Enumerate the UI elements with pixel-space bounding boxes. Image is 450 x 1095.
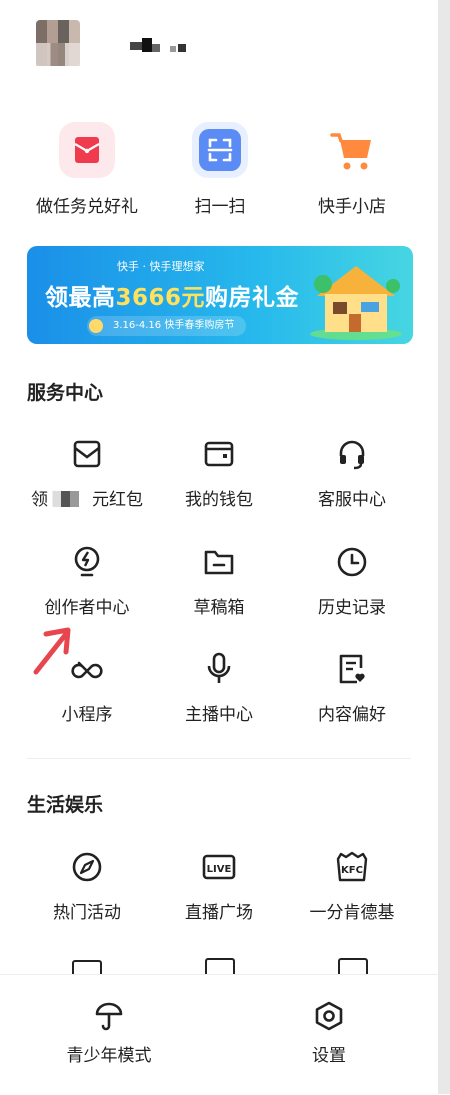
grid-item-label: 领元红包 (31, 490, 143, 510)
umbrella-icon (94, 1001, 124, 1031)
settings-label: 设置 (312, 1046, 346, 1066)
side-drawer: 做任务兑好礼 扫一扫 快手小店 快手 · 快手理想家 领最高3666元购房礼金 (0, 0, 438, 1095)
promo-banner[interactable]: 快手 · 快手理想家 领最高3666元购房礼金 3.16-4.16 快手春季购房… (27, 246, 413, 344)
partial-icon-picture (205, 958, 235, 974)
scan-icon (192, 122, 248, 178)
creator-bulb-icon (70, 545, 104, 579)
grid-item-streamer-center[interactable]: 主播中心 (146, 652, 292, 725)
folder-icon (202, 545, 236, 579)
microphone-icon (202, 652, 236, 686)
kfc-icon: KFC (335, 850, 369, 884)
grid-item-wallet[interactable]: 我的钱包 (146, 437, 292, 510)
banner-date: 3.16-4.16 快手春季购房节 (87, 316, 247, 336)
grid-item-label: 创作者中心 (44, 598, 130, 618)
grid-item-label: 热门活动 (53, 903, 121, 923)
headset-icon (335, 437, 369, 471)
section-title-life: 生活娱乐 (27, 794, 104, 816)
grid-item-label: 客服中心 (318, 490, 386, 510)
house-illustration-icon (310, 266, 402, 340)
banner-brand: 快手 · 快手理想家 (117, 260, 205, 273)
banner-headline: 领最高3666元购房礼金 (45, 285, 300, 311)
quick-action-shop[interactable]: 快手小店 (277, 122, 427, 217)
quick-action-label: 快手小店 (318, 197, 386, 217)
grid-item-hot-events[interactable]: 热门活动 (14, 850, 160, 923)
grid-item-label: 一分肯德基 (309, 903, 395, 923)
grid-item-content-preference[interactable]: 内容偏好 (279, 652, 425, 725)
grid-item-creator-center[interactable]: 创作者中心 (14, 545, 160, 618)
partial-icon-calendar (338, 958, 368, 974)
cart-icon (324, 122, 380, 178)
clock-icon (335, 545, 369, 579)
red-arrow-icon (33, 627, 71, 675)
partial-icon-game (72, 960, 102, 974)
grid-item-label: 直播广场 (185, 903, 253, 923)
grid-item-label: 主播中心 (185, 705, 253, 725)
grid-item-label: 草稿箱 (193, 598, 245, 618)
svg-text:LIVE: LIVE (207, 864, 232, 875)
grid-item-red-packet[interactable]: 领元红包 (14, 437, 160, 510)
quick-action-scan[interactable]: 扫一扫 (145, 122, 295, 217)
wallet-icon (202, 437, 236, 471)
grid-item-label: 我的钱包 (185, 490, 253, 510)
avatar[interactable] (36, 20, 80, 66)
section-title-service: 服务中心 (27, 382, 104, 404)
youth-mode-button[interactable]: 青少年模式 (34, 1001, 184, 1066)
quick-action-label: 做任务兑好礼 (36, 197, 138, 217)
red-packet-icon (70, 437, 104, 471)
live-icon: LIVE (202, 850, 236, 884)
quick-action-label: 扫一扫 (194, 197, 246, 217)
grid-item-history[interactable]: 历史记录 (279, 545, 425, 618)
username-obscured[interactable] (130, 38, 188, 54)
grid-item-kfc[interactable]: KFC 一分肯德基 (279, 850, 425, 923)
youth-mode-label: 青少年模式 (66, 1046, 152, 1066)
grid-item-label: 小程序 (61, 705, 113, 725)
compass-icon (70, 850, 104, 884)
grid-item-live-plaza[interactable]: LIVE 直播广场 (146, 850, 292, 923)
svg-text:KFC: KFC (341, 865, 363, 876)
grid-item-label: 内容偏好 (318, 705, 386, 725)
divider (27, 758, 411, 759)
bottom-bar: 青少年模式 设置 (0, 974, 438, 1095)
grid-item-drafts[interactable]: 草稿箱 (146, 545, 292, 618)
preference-doc-icon (335, 652, 369, 686)
mini-program-icon (70, 652, 104, 686)
settings-hex-icon (314, 1001, 344, 1031)
red-envelope-icon (59, 122, 115, 178)
quick-action-tasks[interactable]: 做任务兑好礼 (12, 122, 162, 217)
settings-button[interactable]: 设置 (254, 1001, 404, 1066)
grid-item-customer-service[interactable]: 客服中心 (279, 437, 425, 510)
scroll-edge (438, 0, 450, 1094)
grid-item-label: 历史记录 (318, 598, 386, 618)
